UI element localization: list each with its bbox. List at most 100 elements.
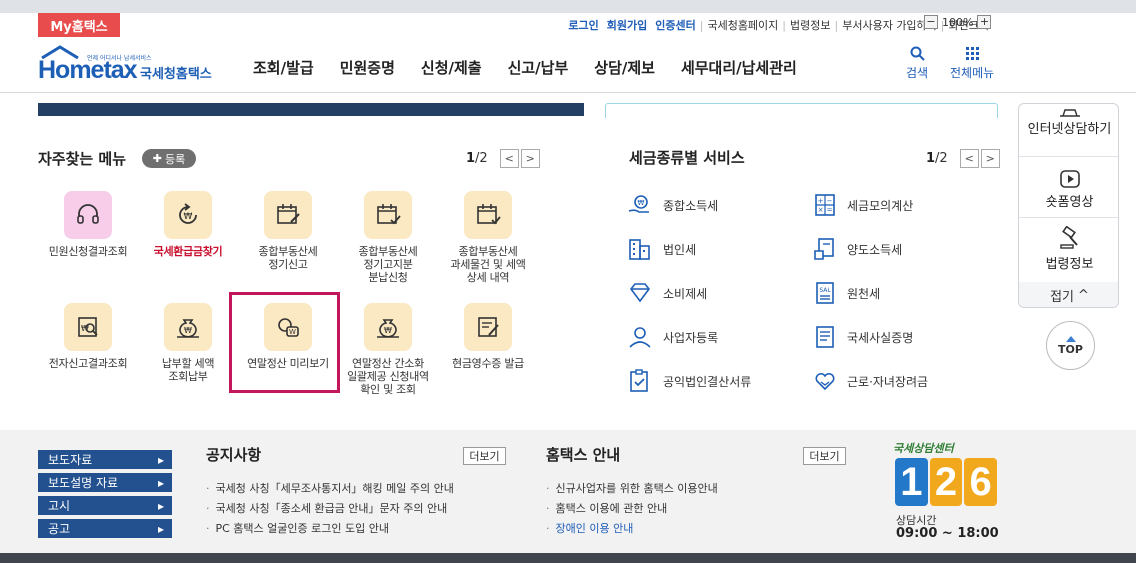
calculator-icon: + −× = xyxy=(815,194,835,216)
search-button[interactable]: 검색 xyxy=(906,46,928,81)
fav-label: 종합부동산세 과세물건 및 세액 상세 내역 xyxy=(450,245,526,284)
main-nav: 조회/발급 민원증명 신청/제출 신고/납부 상담/제보 세무대리/납세관리 xyxy=(240,47,810,87)
favorites-next-button[interactable]: > xyxy=(520,149,540,168)
tax-prev-button[interactable]: < xyxy=(959,149,979,168)
law-info-link[interactable]: 법령정보 xyxy=(786,17,834,33)
notice-title: 공지사항 xyxy=(206,446,262,464)
svg-text:+: + xyxy=(818,197,824,205)
money-bag-icon: ₩ xyxy=(377,319,399,338)
tax-consumption[interactable]: 소비제세 xyxy=(627,281,707,305)
tax-label: 법인세 xyxy=(663,242,697,257)
triangle-right-icon: ▸ xyxy=(157,521,164,536)
tax-capital-gains[interactable]: 양도소득세 xyxy=(813,237,902,261)
zoom-control: − 100% + xyxy=(924,15,992,29)
notice-more-button[interactable]: 더보기 xyxy=(463,447,506,465)
triangle-right-icon: ▸ xyxy=(157,475,164,490)
signup-link[interactable]: 회원가입 xyxy=(603,17,651,33)
search-icon xyxy=(910,46,925,61)
fav-real-estate-report[interactable]: 종합부동산세 정기신고 xyxy=(238,191,338,271)
nts-homepage-link[interactable]: 국세청홈페이지 xyxy=(703,17,782,33)
refund-icon: ₩ xyxy=(179,203,197,224)
top-button[interactable]: TOP xyxy=(1046,321,1095,370)
guide-item[interactable]: 장애인 이용 안내 xyxy=(546,519,718,539)
bottom-nav-label: 보도설명 자료 xyxy=(48,476,119,490)
all-menu-label: 전체메뉴 xyxy=(950,66,995,80)
tax-corporate[interactable]: 법인세 xyxy=(627,237,696,261)
play-icon xyxy=(1059,170,1080,188)
cert-center-link[interactable]: 인증센터 xyxy=(651,17,699,33)
svg-text:×: × xyxy=(818,206,824,214)
nav-consult-report[interactable]: 상담/제보 xyxy=(581,57,668,78)
bottom-nav-label: 공고 xyxy=(48,522,71,536)
call-digit: 1 xyxy=(895,458,928,506)
notice-item[interactable]: PC 홈택스 얼굴인증 로그인 도입 안내 xyxy=(206,519,454,539)
document-search-icon: ₩ xyxy=(78,317,98,337)
favorites-prev-button[interactable]: < xyxy=(499,149,519,168)
tax-label: 근로·자녀장려금 xyxy=(847,374,929,389)
zoom-out-button[interactable]: − xyxy=(924,15,938,29)
fav-tax-payment[interactable]: ₩ 납부할 세액 조회납부 xyxy=(138,303,238,383)
svg-text:₩: ₩ xyxy=(184,212,193,222)
tax-label: 소비제세 xyxy=(663,286,708,301)
side-chat-button[interactable]: 인터넷상담하기 xyxy=(1019,108,1118,137)
top-strip xyxy=(0,0,1136,13)
chevron-left-icon: < xyxy=(964,152,974,165)
notice-item[interactable]: 국세청 사칭「세무조사통지서」해킹 메일 주의 안내 xyxy=(206,479,454,499)
tax-label: 양도소득세 xyxy=(847,242,903,257)
side-video-button[interactable]: 숏폼영상 xyxy=(1019,170,1118,210)
nav-inquiry-issue[interactable]: 조회/발급 xyxy=(240,57,327,78)
fav-year-end-simplified[interactable]: ₩ 연말정산 간소화 일괄제공 신청내역 확인 및 조회 xyxy=(338,303,438,396)
fav-real-estate-installment[interactable]: 종합부동산세 정기고지분 분납신청 xyxy=(338,191,438,284)
side-divider xyxy=(1019,156,1118,157)
logo-text: Hometax xyxy=(38,56,138,84)
tax-certificate[interactable]: 국세사실증명 xyxy=(813,325,913,349)
svg-text:₩: ₩ xyxy=(81,324,89,333)
register-button[interactable]: ✚ 등록 xyxy=(142,149,196,168)
logo-nts-text: 국세청홈택스 xyxy=(140,67,212,82)
chevron-up-icon: ^ xyxy=(1078,287,1089,303)
side-law-button[interactable]: 법령정보 xyxy=(1019,226,1118,272)
side-quick-menu: 인터넷상담하기 숏폼영상 법령정보 접기 ^ xyxy=(1018,103,1119,308)
person-icon xyxy=(629,327,651,348)
guide-item[interactable]: 홈택스 이용에 관한 안내 xyxy=(546,499,718,519)
hometax-logo[interactable]: 언제 어디서나 납세서비스 Hometax 국세청홈택스 xyxy=(38,44,228,88)
bottom-nav-label: 고시 xyxy=(48,499,71,513)
notice-item[interactable]: 국세청 사칭「종소세 환급금 안내」문자 주의 안내 xyxy=(206,499,454,519)
nav-apply-submit[interactable]: 신청/제출 xyxy=(408,57,495,78)
zoom-value: 100% xyxy=(942,15,974,29)
fav-civil-result[interactable]: 민원신청결과조회 xyxy=(38,191,138,258)
fav-cash-receipt[interactable]: 현금영수증 발급 xyxy=(438,303,538,370)
login-link[interactable]: 로그인 xyxy=(564,17,602,33)
favorites-panel-topbar xyxy=(38,103,584,116)
bottom-nav-announcement[interactable]: 공고 ▸ xyxy=(38,519,172,538)
heart-hand-icon xyxy=(815,372,835,391)
bottom-nav-press-explain[interactable]: 보도설명 자료 ▸ xyxy=(38,473,172,492)
bottom-nav-press[interactable]: 보도자료 ▸ xyxy=(38,450,172,469)
fav-real-estate-detail[interactable]: 종합부동산세 과세물건 및 세액 상세 내역 xyxy=(438,191,538,284)
fav-refund[interactable]: ₩ 국세환급금찾기 xyxy=(138,191,238,258)
fav-e-report-result[interactable]: ₩ 전자신고결과조회 xyxy=(38,303,138,370)
tax-next-button[interactable]: > xyxy=(980,149,1000,168)
guide-item[interactable]: 신규사업자를 위한 홈택스 이용안내 xyxy=(546,479,718,499)
tax-business-registration[interactable]: 사업자등록 xyxy=(627,325,718,349)
nav-report-pay[interactable]: 신고/납부 xyxy=(495,57,582,78)
nav-civil-cert[interactable]: 민원증명 xyxy=(327,57,408,78)
zoom-in-button[interactable]: + xyxy=(977,15,992,29)
myhome-button[interactable]: My홈택스 xyxy=(38,13,120,37)
tax-simulation[interactable]: + − × = 세금모의계산 xyxy=(813,193,913,217)
guide-more-button[interactable]: 더보기 xyxy=(803,447,846,465)
tax-public-corp-docs[interactable]: 공익법인결산서류 xyxy=(627,369,751,393)
tax-withholding[interactable]: SAL 원천세 xyxy=(813,281,880,305)
tax-work-child-incentive[interactable]: 근로·자녀장려금 xyxy=(813,369,928,393)
nav-tax-agent[interactable]: 세무대리/납세관리 xyxy=(668,57,810,78)
tax-label: 원천세 xyxy=(847,286,881,301)
all-menu-button[interactable]: 전체메뉴 xyxy=(950,46,994,81)
fav-label: 전자신고결과조회 xyxy=(48,357,128,370)
bottom-nav-notification[interactable]: 고시 ▸ xyxy=(38,496,172,515)
tax-label: 종합소득세 xyxy=(663,198,719,213)
favorites-page-indicator: 1/2 xyxy=(466,151,488,166)
footer-bar xyxy=(0,553,1136,563)
tax-global-income[interactable]: ₩ 종합소득세 xyxy=(627,193,718,217)
triangle-up-icon xyxy=(1065,336,1076,342)
side-fold-button[interactable]: 접기 ^ xyxy=(1019,282,1118,307)
